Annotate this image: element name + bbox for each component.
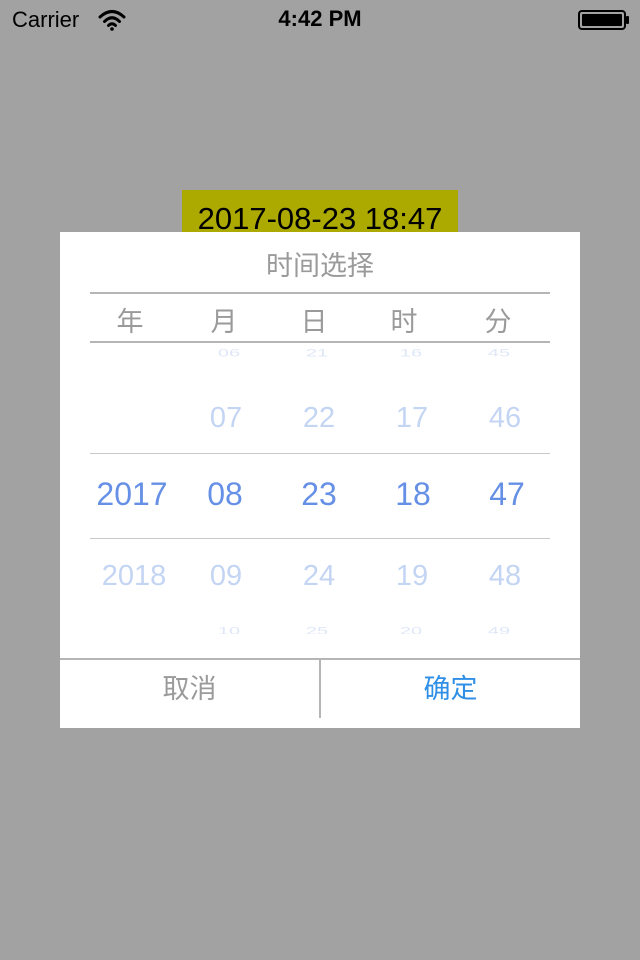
column-header-minute: 分 (484, 307, 512, 338)
month-far-prev[interactable]: 06 (179, 347, 279, 360)
confirm-button[interactable]: 确定 (321, 660, 580, 720)
column-header-day: 日 (300, 307, 328, 338)
status-bar: Carrier 4:42 PM (0, 0, 640, 40)
column-header-month: 月 (210, 307, 238, 338)
hour-next[interactable]: 19 (362, 560, 462, 593)
hour-far-prev[interactable]: 16 (361, 347, 461, 360)
day-far-prev[interactable]: 21 (267, 347, 367, 360)
picker-wheels[interactable]: 2017 2018 06 07 08 09 10 21 22 23 24 25 … (60, 344, 580, 634)
minute-selected[interactable]: 47 (457, 476, 557, 513)
hour-selected[interactable]: 18 (363, 476, 463, 513)
year-selected[interactable]: 2017 (82, 476, 182, 513)
column-header-hour: 时 (390, 307, 418, 338)
minute-prev[interactable]: 46 (455, 402, 555, 435)
selected-date-label[interactable]: 2017-08-23 18:47 (182, 190, 458, 234)
dialog-title: 时间选择 (266, 251, 374, 282)
battery-icon (578, 10, 629, 30)
status-time: 4:42 PM (278, 6, 362, 31)
day-far-next[interactable]: 25 (267, 625, 367, 634)
hour-far-next[interactable]: 20 (361, 625, 461, 634)
month-prev[interactable]: 07 (176, 402, 276, 435)
month-selected[interactable]: 08 (175, 476, 275, 513)
day-prev[interactable]: 22 (269, 402, 369, 435)
minute-far-prev[interactable]: 45 (449, 347, 549, 360)
hour-prev[interactable]: 17 (362, 402, 462, 435)
day-next[interactable]: 24 (269, 560, 369, 593)
day-selected[interactable]: 23 (269, 476, 369, 513)
minute-next[interactable]: 48 (455, 560, 555, 593)
header-top-divider (90, 292, 550, 294)
header-bottom-divider (90, 341, 550, 343)
column-header-year: 年 (116, 307, 144, 338)
month-next[interactable]: 09 (176, 560, 276, 593)
cancel-button[interactable]: 取消 (60, 660, 319, 720)
time-picker-dialog: 时间选择 年 月 日 时 分 2017 2018 06 07 08 09 10 … (60, 232, 580, 728)
month-far-next[interactable]: 10 (179, 625, 279, 634)
year-next[interactable]: 2018 (84, 560, 184, 593)
minute-far-next[interactable]: 49 (449, 625, 549, 634)
